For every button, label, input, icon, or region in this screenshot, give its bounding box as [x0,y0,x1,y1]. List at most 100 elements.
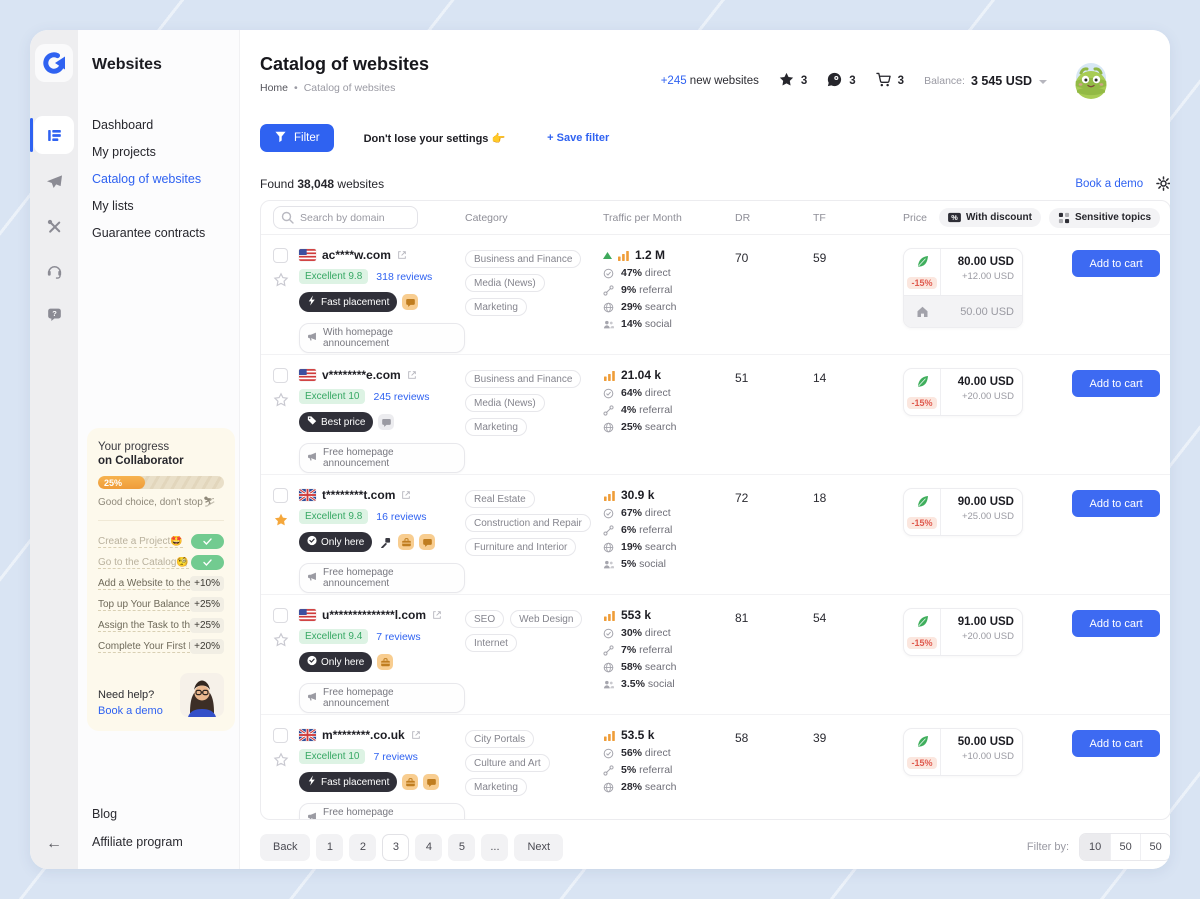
chat-orange-icon[interactable] [423,774,439,790]
filter-button[interactable]: Filter [260,124,334,152]
pagination-next-button[interactable]: Next [514,834,563,861]
pagination-back-button[interactable]: Back [260,834,310,861]
price-extra: +20.00 USD [945,391,1014,402]
domain-link[interactable]: m********.co.uk [322,728,405,742]
favorite-star-icon[interactable] [273,392,289,413]
cart-counter[interactable]: 3 [876,72,904,90]
external-link-icon[interactable] [407,370,417,380]
page-size-50b[interactable]: 50 [1140,834,1170,860]
chat-orange-icon[interactable] [402,294,418,310]
cart-icon [876,72,891,90]
country-flag-icon [299,369,316,381]
collapse-sidebar-icon[interactable]: ← [46,835,62,853]
pagination-page-4[interactable]: 4 [415,834,442,861]
task-done-check-icon[interactable] [191,555,224,570]
reviews-link[interactable]: 16 reviews [376,511,426,523]
external-link-icon[interactable] [432,610,442,620]
collaborator-logo-icon[interactable] [35,44,73,82]
task-done-check-icon[interactable] [191,534,224,549]
sidebar-item-my-lists[interactable]: My lists [92,199,239,213]
briefcase-icon[interactable] [398,534,414,550]
page-title: Catalog of websites [260,54,429,75]
save-filter-link[interactable]: + Save filter [547,132,609,144]
briefcase-icon[interactable] [377,654,393,670]
traffic-value: 553 k [621,608,651,622]
traffic-source-direct: 56% direct [603,747,735,759]
domain-link[interactable]: v********e.com [322,368,401,382]
external-link-icon[interactable] [411,730,421,740]
search-icon [603,302,615,313]
pagination-page-3-current[interactable]: 3 [382,834,409,861]
reviews-link[interactable]: 7 reviews [373,751,417,763]
search-input[interactable] [273,206,418,229]
sidebar-item-guarantee-contracts[interactable]: Guarantee contracts [92,226,239,240]
external-link-icon[interactable] [397,250,407,260]
chat-orange-icon[interactable] [419,534,435,550]
rail-websites-icon[interactable] [34,116,74,154]
with-discount-toggle[interactable]: % With discount [939,208,1041,227]
pagination-ellipsis[interactable]: ... [481,834,508,861]
category-chip: SEO [465,610,504,628]
page-size-50[interactable]: 50 [1110,834,1140,860]
reviews-link[interactable]: 318 reviews [376,271,432,283]
row-checkbox[interactable] [273,368,288,383]
external-link-icon[interactable] [401,490,411,500]
discount-badge: -15% [907,517,936,529]
filter-hint: Don't lose your settings 👉 [364,132,506,145]
row-checkbox[interactable] [273,488,288,503]
rail-help-icon[interactable]: ? [34,298,74,330]
rail-tools-icon[interactable] [34,210,74,242]
book-demo-link[interactable]: Book a demo [1075,178,1143,190]
row-checkbox[interactable] [273,728,288,743]
domain-link[interactable]: t********t.com [322,488,395,502]
reviews-link[interactable]: 7 reviews [376,631,420,643]
home-icon [904,305,941,318]
sidebar-item-dashboard[interactable]: Dashboard [92,118,239,132]
blog-link[interactable]: Blog [92,807,183,821]
gear-icon[interactable] [1156,176,1170,191]
traffic-sources: 47% direct9% referral29% search14% socia… [603,267,735,330]
favorites-counter[interactable]: 3 [779,72,807,90]
sensitive-topics-toggle[interactable]: Sensitive topics [1049,208,1160,228]
favorite-star-icon[interactable] [273,632,289,653]
new-websites-link[interactable]: +245 new websites [661,75,759,87]
help-block: Need help? Book a demo [98,673,224,717]
briefcase-icon[interactable] [402,774,418,790]
add-to-cart-button[interactable]: Add to cart [1072,250,1160,277]
sidebar-item-my-projects[interactable]: My projects [92,145,239,159]
need-help-label: Need help? [98,689,163,701]
user-avatar[interactable] [1068,58,1114,104]
pagination-page-5[interactable]: 5 [448,834,475,861]
book-demo-sidebar-link[interactable]: Book a demo [98,705,163,717]
price-card: -15% 90.00 USD +25.00 USD [903,488,1023,536]
domain-link[interactable]: ac****w.com [322,248,391,262]
balance-dropdown[interactable]: Balance: 3 545 USD [924,72,1048,90]
add-to-cart-button[interactable]: Add to cart [1072,490,1160,517]
rail-support-icon[interactable] [34,254,74,286]
add-to-cart-button[interactable]: Add to cart [1072,610,1160,637]
domain-link[interactable]: u**************l.com [322,608,426,622]
task-reward-badge: +25% [190,618,224,633]
affiliate-program-link[interactable]: Affiliate program [92,835,183,849]
rail-outreach-icon[interactable] [34,166,74,198]
messages-counter[interactable]: 3 [827,72,855,90]
favorite-star-icon[interactable] [273,272,289,293]
chat-gray-icon[interactable] [378,414,394,430]
page-size-10[interactable]: 10 [1080,834,1110,860]
add-to-cart-button[interactable]: Add to cart [1072,370,1160,397]
add-to-cart-button[interactable]: Add to cart [1072,730,1160,757]
category-list: City PortalsCulture and ArtMarketing [465,728,603,819]
pagination-page-2[interactable]: 2 [349,834,376,861]
pagination-page-1[interactable]: 1 [316,834,343,861]
reviews-link[interactable]: 245 reviews [373,391,429,403]
feather-icon [916,495,929,513]
sidebar-item-catalog[interactable]: Catalog of websites [92,172,239,186]
favorite-star-icon[interactable] [273,512,289,533]
favorite-star-icon[interactable] [273,752,289,773]
breadcrumb-home[interactable]: Home [260,82,288,94]
progress-bar-fill: 25% [98,476,145,489]
row-checkbox[interactable] [273,248,288,263]
row-checkbox[interactable] [273,608,288,623]
gavel-icon[interactable] [377,534,393,550]
announcement-chip: With homepage announcement [299,323,465,353]
